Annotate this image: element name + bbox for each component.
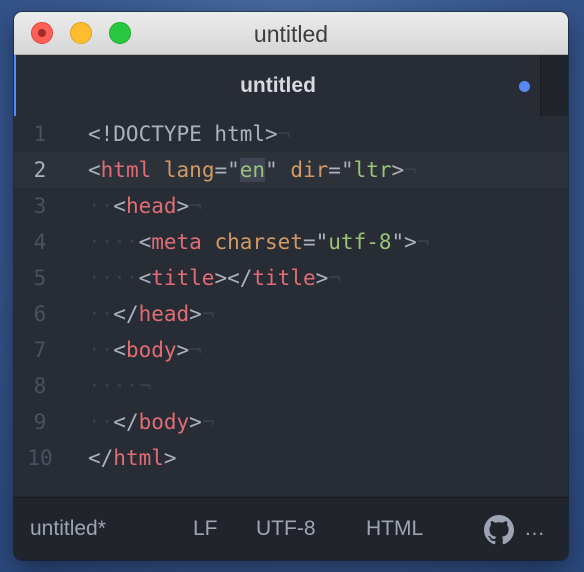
eol-marker: ¬ <box>277 122 291 146</box>
attribute-name: lang <box>163 158 215 182</box>
tag-name: html <box>100 158 152 182</box>
line-number: 6 <box>33 302 47 326</box>
line-number: 5 <box>33 266 47 290</box>
status-grammar[interactable]: HTML <box>366 498 423 560</box>
line-number: 1 <box>33 122 47 146</box>
doctype-token: <!DOCTYPE html> <box>88 122 278 146</box>
line-content: ····<meta charset="utf-8">¬ <box>88 230 430 254</box>
eol-marker: ¬ <box>201 302 215 326</box>
status-more-button[interactable]: … <box>524 498 545 560</box>
code-line[interactable]: 8 ····¬ <box>14 368 568 404</box>
tag-name: body <box>138 410 190 434</box>
code-line[interactable]: 7 ··<body>¬ <box>14 332 568 368</box>
editor-window: untitled untitled 1 <!DOCTYPE html>¬ 2 <… <box>14 12 568 560</box>
code-line[interactable]: 9 ··</body>¬ <box>14 404 568 440</box>
eol-marker: ¬ <box>189 338 202 362</box>
indent-guide: ···· <box>88 266 139 290</box>
status-line-ending[interactable]: LF <box>193 498 218 560</box>
tag-name: title <box>252 266 316 290</box>
indent-guide: ·· <box>88 338 114 362</box>
code-line[interactable]: 6 ··</head>¬ <box>14 296 568 332</box>
line-number: 3 <box>33 194 47 218</box>
line-number: 8 <box>33 374 47 398</box>
line-number: 4 <box>33 230 47 254</box>
tag-name: body <box>125 338 177 362</box>
eol-marker: ¬ <box>404 158 417 182</box>
code-line[interactable]: 5 ····<title></title>¬ <box>14 260 568 296</box>
line-number: 9 <box>33 410 47 434</box>
line-content: ··</head>¬ <box>88 302 215 326</box>
line-content: ··</body>¬ <box>88 410 215 434</box>
code-line-current[interactable]: 2 <html lang="en" dir="ltr>¬ <box>14 152 568 188</box>
code-line[interactable]: 10 </html> <box>14 440 568 476</box>
line-content: </html> <box>88 446 177 470</box>
status-bar: untitled* LF UTF-8 HTML … <box>14 497 568 560</box>
window-title: untitled <box>253 21 329 47</box>
indent-guide: ···· <box>88 230 139 254</box>
code-line[interactable]: 3 ··<head>¬ <box>14 188 568 224</box>
eol-marker: ¬ <box>201 410 215 434</box>
tag-name: html <box>113 446 164 470</box>
indent-guide: ·· <box>88 302 114 326</box>
tab-title: untitled <box>240 74 316 97</box>
tag-name: title <box>151 266 215 290</box>
code-line[interactable]: 4 ····<meta charset="utf-8">¬ <box>14 224 568 260</box>
attribute-name: charset <box>214 230 303 254</box>
line-number: 2 <box>33 158 47 182</box>
tab-bar-empty-area <box>540 55 568 116</box>
tab-untitled[interactable]: untitled <box>14 55 540 116</box>
eol-marker: ¬ <box>416 230 430 254</box>
eol-marker: ¬ <box>328 266 341 290</box>
code-editor[interactable]: 1 <!DOCTYPE html>¬ 2 <html lang="en" dir… <box>14 116 568 496</box>
attribute-name: dir <box>290 158 329 182</box>
tab-bar: untitled <box>14 55 568 116</box>
eol-marker: ¬ <box>189 194 202 218</box>
line-content: <!DOCTYPE html>¬ <box>88 116 290 152</box>
line-content: <html lang="en" dir="ltr>¬ <box>88 158 417 182</box>
tag-name: head <box>125 194 177 218</box>
status-encoding[interactable]: UTF-8 <box>256 498 316 560</box>
eol-marker: ¬ <box>138 374 152 398</box>
indent-guide: ···· <box>88 374 139 398</box>
line-content: ··<head>¬ <box>88 194 202 218</box>
line-content: ··<body>¬ <box>88 338 202 362</box>
attribute-value-selected: en <box>239 158 266 182</box>
tag-name: head <box>138 302 190 326</box>
line-content: ····<title></title>¬ <box>88 266 341 290</box>
attribute-value: ltr <box>353 158 392 182</box>
line-number: 7 <box>33 338 47 362</box>
line-number: 10 <box>27 446 53 470</box>
github-icon[interactable] <box>484 515 514 545</box>
indent-guide: ·· <box>88 410 114 434</box>
attribute-value: utf-8 <box>328 230 392 254</box>
modified-indicator-dot[interactable] <box>519 81 530 92</box>
code-line[interactable]: 1 <!DOCTYPE html>¬ <box>14 116 568 152</box>
status-file-name[interactable]: untitled* <box>30 498 106 560</box>
title-bar[interactable]: untitled <box>14 12 568 55</box>
indent-guide: ·· <box>88 194 114 218</box>
line-content: ····¬ <box>88 368 151 404</box>
tag-name: meta <box>151 230 202 254</box>
